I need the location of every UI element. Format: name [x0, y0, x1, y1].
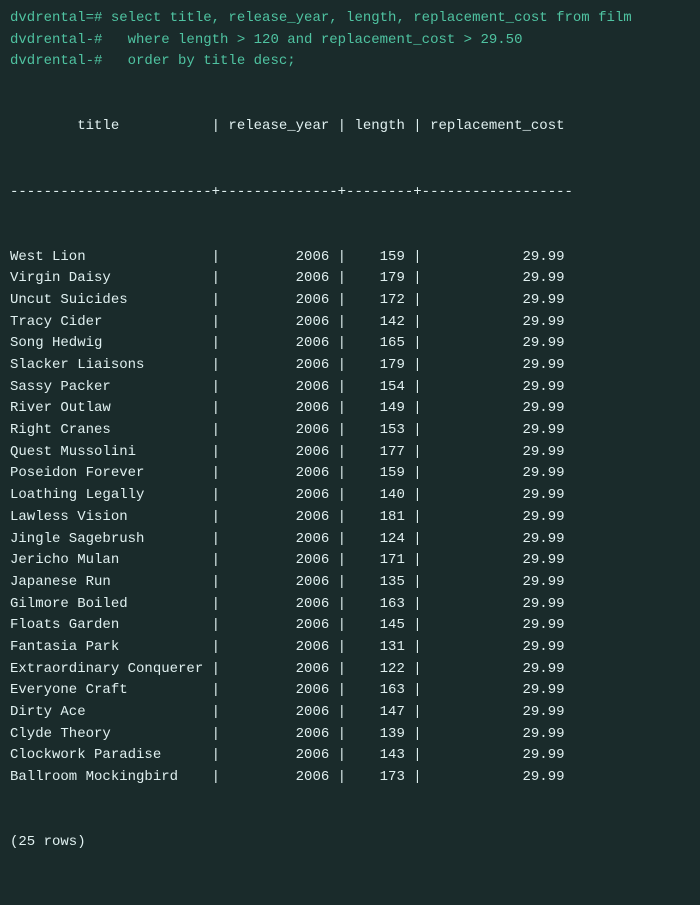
prompt-line-3: dvdrental-# order by title desc; [10, 51, 690, 73]
prompt-indicator-2: dvdrental-# where length > 120 and repla… [10, 32, 522, 48]
table-row: Japanese Run | 2006 | 135 | 29.99 [10, 572, 690, 594]
table-row: Dirty Ace | 2006 | 147 | 29.99 [10, 702, 690, 724]
table-row: Quest Mussolini | 2006 | 177 | 29.99 [10, 442, 690, 464]
table-row: Virgin Daisy | 2006 | 179 | 29.99 [10, 268, 690, 290]
table-row: Gilmore Boiled | 2006 | 163 | 29.99 [10, 594, 690, 616]
table-row: Fantasia Park | 2006 | 131 | 29.99 [10, 637, 690, 659]
table-row: Poseidon Forever | 2006 | 159 | 29.99 [10, 463, 690, 485]
terminal: dvdrental=# select title, release_year, … [10, 8, 690, 897]
table-row: Clyde Theory | 2006 | 139 | 29.99 [10, 724, 690, 746]
table-row: Jericho Mulan | 2006 | 171 | 29.99 [10, 550, 690, 572]
table-row: River Outlaw | 2006 | 149 | 29.99 [10, 398, 690, 420]
table-row: Lawless Vision | 2006 | 181 | 29.99 [10, 507, 690, 529]
prompt-indicator-1: dvdrental=# select title, release_year, … [10, 10, 632, 26]
table-rows: West Lion | 2006 | 159 | 29.99Virgin Dai… [10, 247, 690, 789]
table-row: Clockwork Paradise | 2006 | 143 | 29.99 [10, 745, 690, 767]
prompt-indicator-3: dvdrental-# order by title desc; [10, 53, 296, 69]
table-row: Loathing Legally | 2006 | 140 | 29.99 [10, 485, 690, 507]
table-row: West Lion | 2006 | 159 | 29.99 [10, 247, 690, 269]
table-row: Everyone Craft | 2006 | 163 | 29.99 [10, 680, 690, 702]
table-divider: ------------------------+--------------+… [10, 182, 690, 204]
table-row: Right Cranes | 2006 | 153 | 29.99 [10, 420, 690, 442]
table-row: Extraordinary Conquerer | 2006 | 122 | 2… [10, 659, 690, 681]
table-row: Sassy Packer | 2006 | 154 | 29.99 [10, 377, 690, 399]
table-output: title | release_year | length | replacem… [10, 73, 690, 897]
table-row: Floats Garden | 2006 | 145 | 29.99 [10, 615, 690, 637]
table-row: Song Hedwig | 2006 | 165 | 29.99 [10, 333, 690, 355]
prompt-line-2: dvdrental-# where length > 120 and repla… [10, 30, 690, 52]
table-row: Tracy Cider | 2006 | 142 | 29.99 [10, 312, 690, 334]
table-row: Ballroom Mockingbird | 2006 | 173 | 29.9… [10, 767, 690, 789]
prompt-line-1: dvdrental=# select title, release_year, … [10, 8, 690, 30]
table-row: Slacker Liaisons | 2006 | 179 | 29.99 [10, 355, 690, 377]
table-row: Uncut Suicides | 2006 | 172 | 29.99 [10, 290, 690, 312]
table-header: title | release_year | length | replacem… [10, 116, 690, 138]
table-row: Jingle Sagebrush | 2006 | 124 | 29.99 [10, 529, 690, 551]
row-count: (25 rows) [10, 832, 690, 854]
